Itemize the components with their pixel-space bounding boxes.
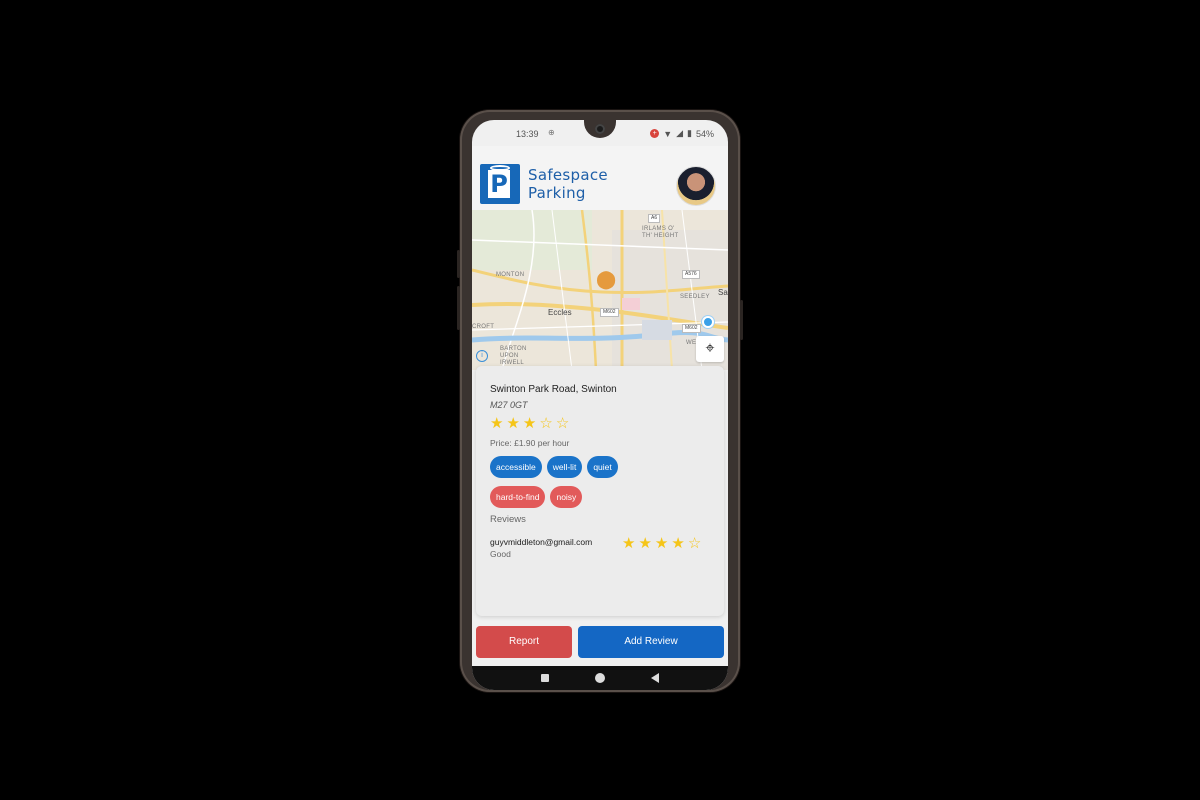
map-label-eccles: Eccles [548, 308, 572, 317]
app-header: P Safespace Parking [472, 146, 728, 210]
add-review-button[interactable]: Add Review [578, 626, 724, 658]
app-title-line1: Safespace [528, 166, 608, 184]
star-filled-icon: ★ [506, 415, 520, 432]
app-title: Safespace Parking [528, 166, 608, 202]
spot-address: Swinton Park Road, Swinton [490, 384, 617, 395]
wifi-icon: ▼ [663, 128, 673, 139]
negative-tags: hard-to-find noisy [490, 486, 583, 508]
halo-icon [490, 165, 510, 171]
sync-icon: ⊕ [548, 128, 555, 137]
power-button [740, 300, 743, 340]
volume-button [457, 250, 460, 278]
report-button[interactable]: Report [476, 626, 572, 658]
camera-icon [595, 124, 605, 134]
tag-well-lit[interactable]: well-lit [546, 456, 583, 478]
review-text: Good [490, 549, 511, 559]
crosshair-icon[interactable]: ⌖ [696, 336, 724, 362]
review-author: guyvmiddleton@gmail.com [490, 537, 593, 547]
battery-icon: ▮ [687, 128, 692, 138]
review-rating: ★ ★ ★ ★ ☆ [622, 536, 701, 551]
map-label-sa: Sa [718, 288, 728, 297]
info-icon[interactable]: i [476, 350, 488, 362]
reviews-heading: Reviews [490, 514, 526, 525]
spot-postcode: M27 0GT [490, 400, 528, 410]
tag-noisy[interactable]: noisy [550, 486, 583, 508]
recents-icon[interactable] [541, 674, 549, 682]
current-location-icon [702, 316, 714, 328]
logo-letter: P [488, 170, 510, 198]
road-sign-m602: M602 [600, 308, 619, 317]
battery-percent: 54% [695, 128, 714, 139]
star-empty-icon: ☆ [539, 415, 553, 432]
tag-hard-to-find[interactable]: hard-to-find [490, 486, 546, 508]
road-sign-m602-2: M602 [682, 324, 701, 333]
map-label-barton: BARTON UPON IRWELL [500, 346, 527, 366]
map-pin-icon[interactable]: ⬤ [596, 270, 616, 288]
parking-logo-icon: P [480, 164, 520, 204]
volume-button-2 [457, 286, 460, 330]
app-title-line2: Parking [528, 184, 586, 202]
back-icon[interactable] [651, 673, 659, 683]
user-avatar[interactable] [676, 166, 716, 206]
map-label-seedley: SEEDLEY [680, 294, 710, 300]
map-label-we: WE [686, 340, 697, 346]
star-filled-icon: ★ [638, 535, 652, 552]
status-icons: + ▼ ◢ ▮ 54% [650, 128, 714, 139]
star-filled-icon: ★ [490, 415, 504, 432]
system-nav-bar [472, 666, 728, 690]
signal-icon: ◢ [676, 128, 684, 138]
map-view[interactable]: Eccles MONTON IRLAMS O' TH' HEIGHT SEEDL… [472, 210, 728, 370]
tag-quiet[interactable]: quiet [587, 456, 618, 478]
home-icon[interactable] [595, 673, 605, 683]
action-bar: Report Add Review [472, 626, 728, 660]
star-filled-icon: ★ [522, 415, 537, 432]
road-sign-a6: A6 [648, 214, 661, 223]
star-filled-icon: ★ [654, 535, 669, 552]
spot-price: Price: £1.90 per hour [490, 438, 570, 448]
spot-details-card: Swinton Park Road, Swinton M27 0GT ★ ★ ★… [476, 366, 724, 616]
star-empty-icon: ☆ [687, 535, 702, 552]
screen: 13:39 ⊕ + ▼ ◢ ▮ 54% P Safespace Parking [472, 120, 728, 690]
tag-accessible[interactable]: accessible [490, 456, 542, 478]
notification-icon: + [650, 129, 660, 138]
map-label-croft: CROFT [472, 324, 495, 330]
phone-frame: 13:39 ⊕ + ▼ ◢ ▮ 54% P Safespace Parking [457, 110, 743, 692]
status-time: 13:39 [516, 129, 539, 139]
star-filled-icon: ★ [622, 535, 636, 552]
spot-rating: ★ ★ ★ ☆ ☆ [490, 416, 569, 431]
star-empty-icon: ☆ [555, 415, 570, 432]
map-label-irlams: IRLAMS O' TH' HEIGHT [642, 226, 679, 239]
star-filled-icon: ★ [671, 535, 685, 552]
map-label-monton: MONTON [496, 272, 525, 278]
positive-tags: accessible well-lit quiet [490, 456, 618, 478]
road-sign-a576: A576 [682, 270, 700, 279]
